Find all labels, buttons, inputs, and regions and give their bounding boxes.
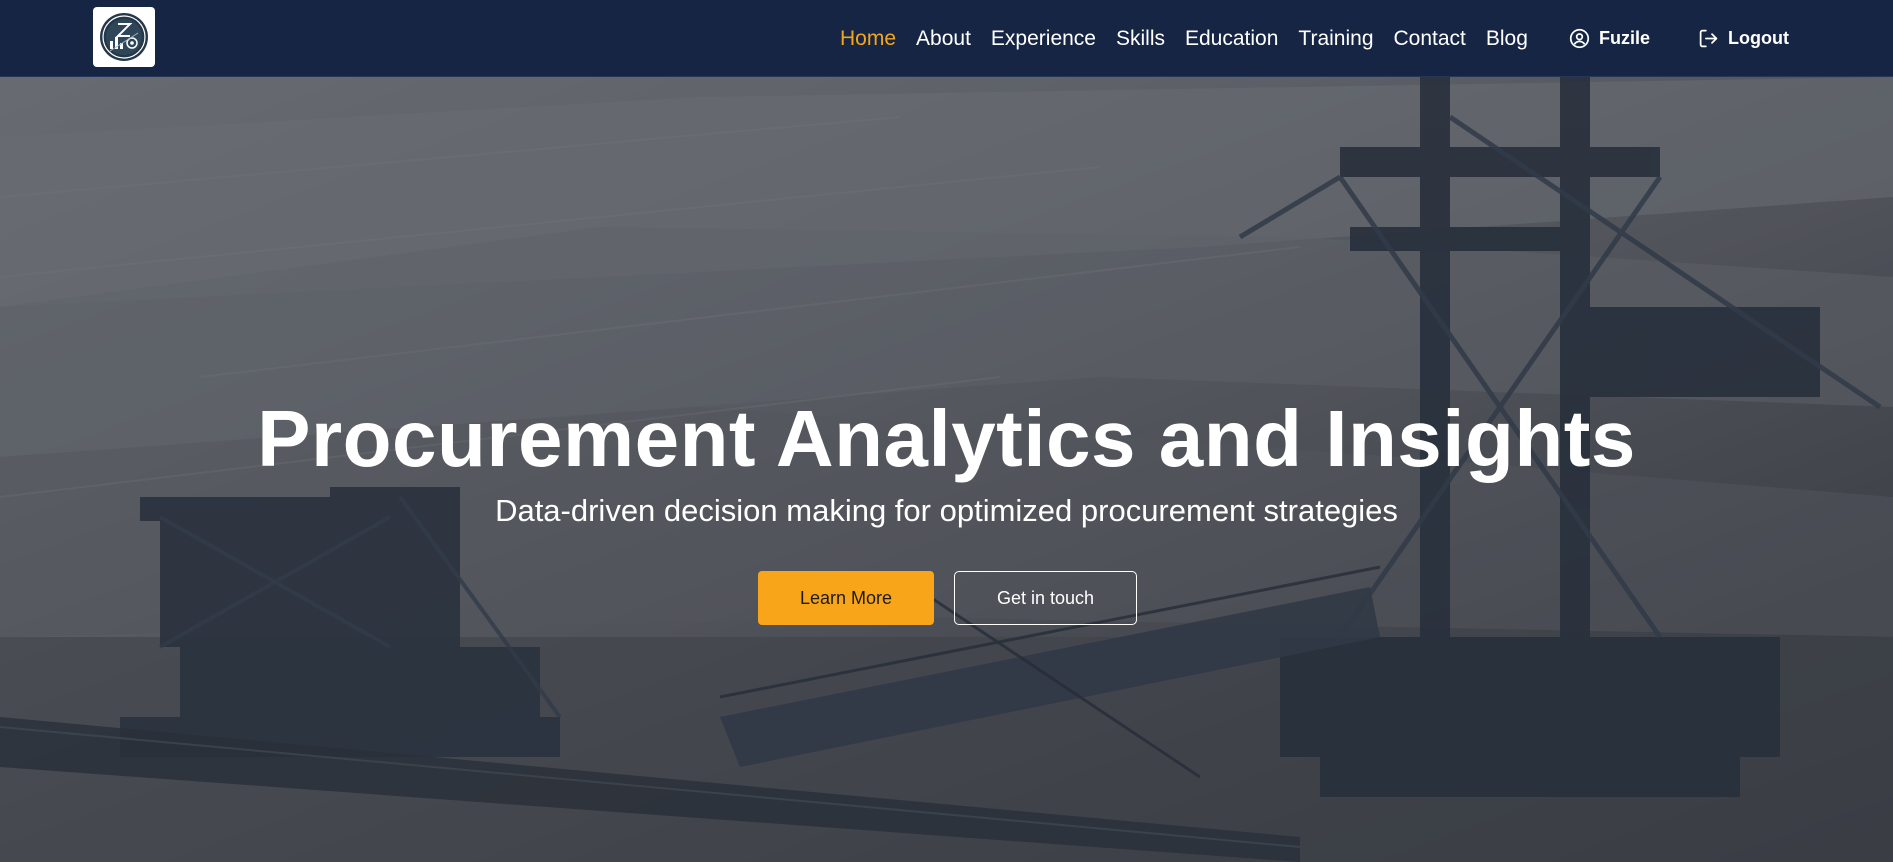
site-logo[interactable] xyxy=(93,7,155,67)
nav-link-blog[interactable]: Blog xyxy=(1486,28,1528,49)
hero-title: Procurement Analytics and Insights xyxy=(257,394,1636,483)
learn-more-button[interactable]: Learn More xyxy=(758,571,934,625)
logout-label: Logout xyxy=(1728,28,1789,48)
nav-link-about[interactable]: About xyxy=(916,28,971,49)
hero-subtitle: Data-driven decision making for optimize… xyxy=(495,493,1398,528)
nav-link-skills[interactable]: Skills xyxy=(1116,28,1165,49)
main-nav: Home About Experience Skills Education T… xyxy=(840,0,1548,77)
logout-button[interactable]: Logout xyxy=(1698,0,1789,77)
user-menu[interactable]: Fuzile xyxy=(1569,0,1650,77)
logout-icon xyxy=(1699,29,1718,48)
nav-link-experience[interactable]: Experience xyxy=(991,28,1096,49)
top-navbar: Home About Experience Skills Education T… xyxy=(0,0,1893,77)
nav-link-home[interactable]: Home xyxy=(840,28,896,49)
get-in-touch-button[interactable]: Get in touch xyxy=(954,571,1137,625)
nav-link-education[interactable]: Education xyxy=(1185,28,1278,49)
hero-actions: Learn More Get in touch xyxy=(758,571,1137,625)
user-name: Fuzile xyxy=(1599,28,1651,48)
nav-link-training[interactable]: Training xyxy=(1298,28,1373,49)
logo-emblem-icon xyxy=(100,13,148,61)
nav-link-contact[interactable]: Contact xyxy=(1394,28,1466,49)
hero-section: Procurement Analytics and Insights Data-… xyxy=(0,77,1893,862)
user-circle-icon xyxy=(1569,28,1590,49)
